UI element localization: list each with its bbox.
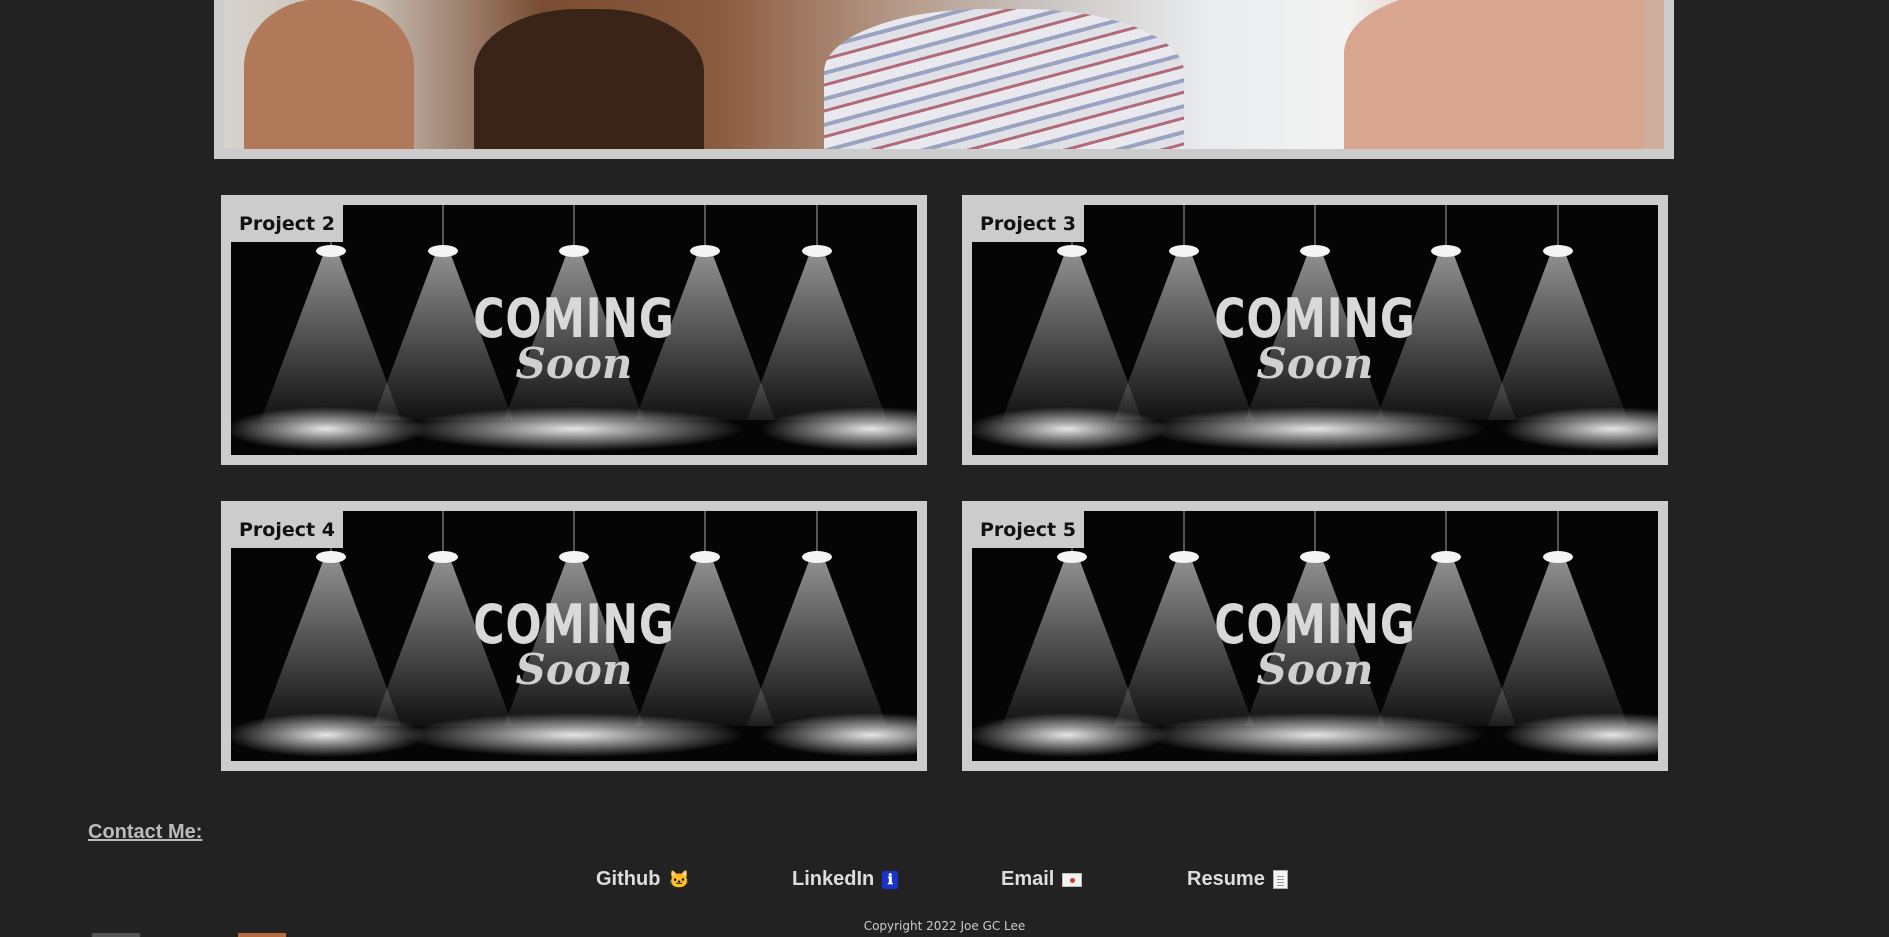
resume-link[interactable]: Resume [1187, 868, 1288, 891]
hero-person-3 [824, 9, 1184, 149]
project-image[interactable]: Project 5 COMING Soon [972, 511, 1658, 761]
bottom-edge-element [92, 933, 140, 937]
coming-text: COMING [1214, 287, 1416, 351]
lamp-icon [1543, 245, 1573, 257]
bottom-edge-element [238, 933, 286, 937]
copyright-text: Copyright 2022 Joe GC Lee [863, 919, 1026, 933]
lamp-icon [1431, 245, 1461, 257]
envelope-icon [1062, 872, 1083, 887]
lamp-icon [316, 551, 346, 563]
project-card-4[interactable]: Project 4 COMING Soon [221, 501, 927, 771]
lamp-icon [802, 245, 832, 257]
linkedin-link-label: LinkedIn [792, 868, 875, 890]
lamp-icon [1169, 551, 1199, 563]
project-image[interactable]: Project 4 COMING Soon [231, 511, 917, 761]
project-image[interactable]: Project 2 COMING Soon [231, 205, 917, 455]
github-link-label: Github [596, 868, 661, 890]
info-icon: ℹ [882, 870, 899, 889]
hero-banner [214, 0, 1674, 159]
hero-person-1 [244, 0, 414, 149]
hero-photo [224, 0, 1664, 149]
resume-link-label: Resume [1187, 868, 1265, 890]
lamp-icon [316, 245, 346, 257]
email-link[interactable]: Email [1001, 868, 1083, 891]
project-image[interactable]: Project 3 COMING Soon [972, 205, 1658, 455]
lamp-icon [690, 245, 720, 257]
project-card-3[interactable]: Project 3 COMING Soon [962, 195, 1668, 465]
lamp-icon [559, 551, 589, 563]
lamp-icon [1057, 245, 1087, 257]
cat-emoji-icon: 🐱 [668, 870, 690, 889]
project-label: Project 5 [972, 511, 1084, 548]
lamp-icon [559, 245, 589, 257]
coming-soon-text: COMING Soon [972, 287, 1658, 385]
lamp-icon [428, 245, 458, 257]
coming-soon-text: COMING Soon [972, 593, 1658, 691]
project-card-2[interactable]: Project 2 COMING Soon [221, 195, 927, 465]
coming-soon-text: COMING Soon [231, 287, 917, 385]
lamp-icon [1300, 245, 1330, 257]
lamp-icon [802, 551, 832, 563]
project-label: Project 2 [231, 205, 343, 242]
coming-text: COMING [473, 287, 675, 351]
hero-person-2 [474, 9, 704, 149]
contact-links: Github 🐱 LinkedIn ℹ Email Resume [0, 868, 1889, 898]
lamp-icon [1543, 551, 1573, 563]
coming-soon-text: COMING Soon [231, 593, 917, 691]
lamp-icon [1431, 551, 1461, 563]
lamp-icon [690, 551, 720, 563]
lamp-icon [1057, 551, 1087, 563]
project-label: Project 3 [972, 205, 1084, 242]
project-label: Project 4 [231, 511, 343, 548]
contact-heading: Contact Me: [88, 821, 203, 843]
coming-text: COMING [473, 593, 675, 657]
lamp-icon [428, 551, 458, 563]
linkedin-link[interactable]: LinkedIn ℹ [792, 868, 899, 891]
lamp-icon [1169, 245, 1199, 257]
github-link[interactable]: Github 🐱 [596, 868, 690, 891]
project-card-5[interactable]: Project 5 COMING Soon [962, 501, 1668, 771]
coming-text: COMING [1214, 593, 1416, 657]
lamp-icon [1300, 551, 1330, 563]
hero-person-4 [1344, 0, 1644, 149]
email-link-label: Email [1001, 868, 1055, 890]
document-icon [1272, 870, 1288, 889]
